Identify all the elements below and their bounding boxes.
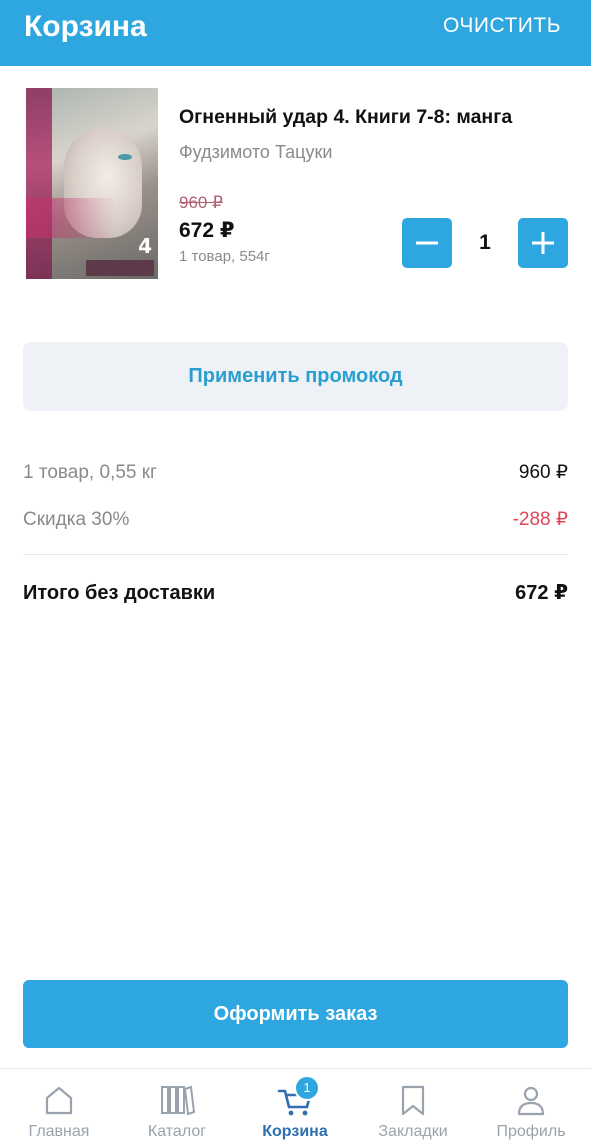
tab-bookmarks-label: Закладки	[378, 1123, 448, 1140]
minus-icon	[416, 241, 438, 245]
books-icon	[161, 1085, 195, 1116]
checkout-button[interactable]: Оформить заказ	[23, 980, 568, 1048]
summary-total-row: Итого без доставки 672 ₽	[23, 578, 568, 608]
book-cover-image[interactable]: 4	[26, 88, 158, 279]
summary-items-label: 1 товар, 0,55 кг	[23, 462, 157, 483]
tab-profile-label: Профиль	[496, 1123, 566, 1140]
cover-author-strip	[86, 260, 154, 276]
tab-profile[interactable]: Профиль	[472, 1069, 590, 1148]
product-author: Фудзимото Тацуки	[179, 142, 333, 162]
increase-quantity-button[interactable]	[518, 218, 568, 268]
cover-volume-number: 4	[138, 234, 152, 258]
tab-home[interactable]: Главная	[0, 1069, 118, 1148]
cart-item: 4 Огненный удар 4. Книги 7-8: манга Фудз…	[0, 66, 591, 306]
summary-items-row: 1 товар, 0,55 кг 960 ₽	[23, 458, 568, 488]
cover-title-strip	[26, 88, 52, 279]
summary-total-value: 672 ₽	[515, 582, 568, 604]
decrease-quantity-button[interactable]	[402, 218, 452, 268]
summary-items-value: 960 ₽	[518, 462, 568, 483]
tab-cart[interactable]: 1 Корзина	[236, 1069, 354, 1148]
plus-icon	[532, 232, 554, 254]
clear-cart-button[interactable]: ОЧИСТИТЬ	[443, 12, 561, 40]
tab-catalog[interactable]: Каталог	[118, 1069, 236, 1148]
summary-discount-row: Скидка 30% -288 ₽	[23, 505, 568, 535]
summary-discount-value: -288 ₽	[512, 509, 568, 530]
tab-home-label: Главная	[28, 1123, 90, 1140]
quantity-value: 1	[479, 231, 491, 254]
bottom-tab-bar: Главная Каталог 1 Корзина Закладки Профи…	[0, 1068, 591, 1148]
user-icon	[517, 1086, 545, 1116]
cart-count-badge: 1	[294, 1075, 320, 1101]
cover-illustration-detail	[118, 154, 132, 160]
tab-bookmarks[interactable]: Закладки	[354, 1069, 472, 1148]
product-price: 672 ₽	[179, 219, 235, 242]
summary-discount-label: Скидка 30%	[23, 509, 130, 530]
cover-decoration	[26, 198, 116, 238]
tab-catalog-label: Каталог	[147, 1123, 207, 1140]
product-old-price: 960 ₽	[179, 193, 223, 212]
summary-divider	[23, 554, 568, 555]
product-title[interactable]: Огненный удар 4. Книги 7-8: манга	[179, 104, 512, 130]
promo-label: Применить промокод	[188, 365, 403, 387]
checkout-label: Оформить заказ	[213, 1003, 378, 1025]
home-icon	[45, 1086, 73, 1115]
product-meta: 1 товар, 554г	[179, 248, 270, 265]
page-title: Корзина	[24, 10, 147, 43]
bookmark-icon	[401, 1085, 425, 1116]
summary-total-label: Итого без доставки	[23, 582, 216, 604]
tab-cart-label: Корзина	[262, 1123, 328, 1140]
apply-promo-button[interactable]: Применить промокод	[23, 342, 568, 411]
app-header: Корзина ОЧИСТИТЬ	[0, 0, 591, 66]
